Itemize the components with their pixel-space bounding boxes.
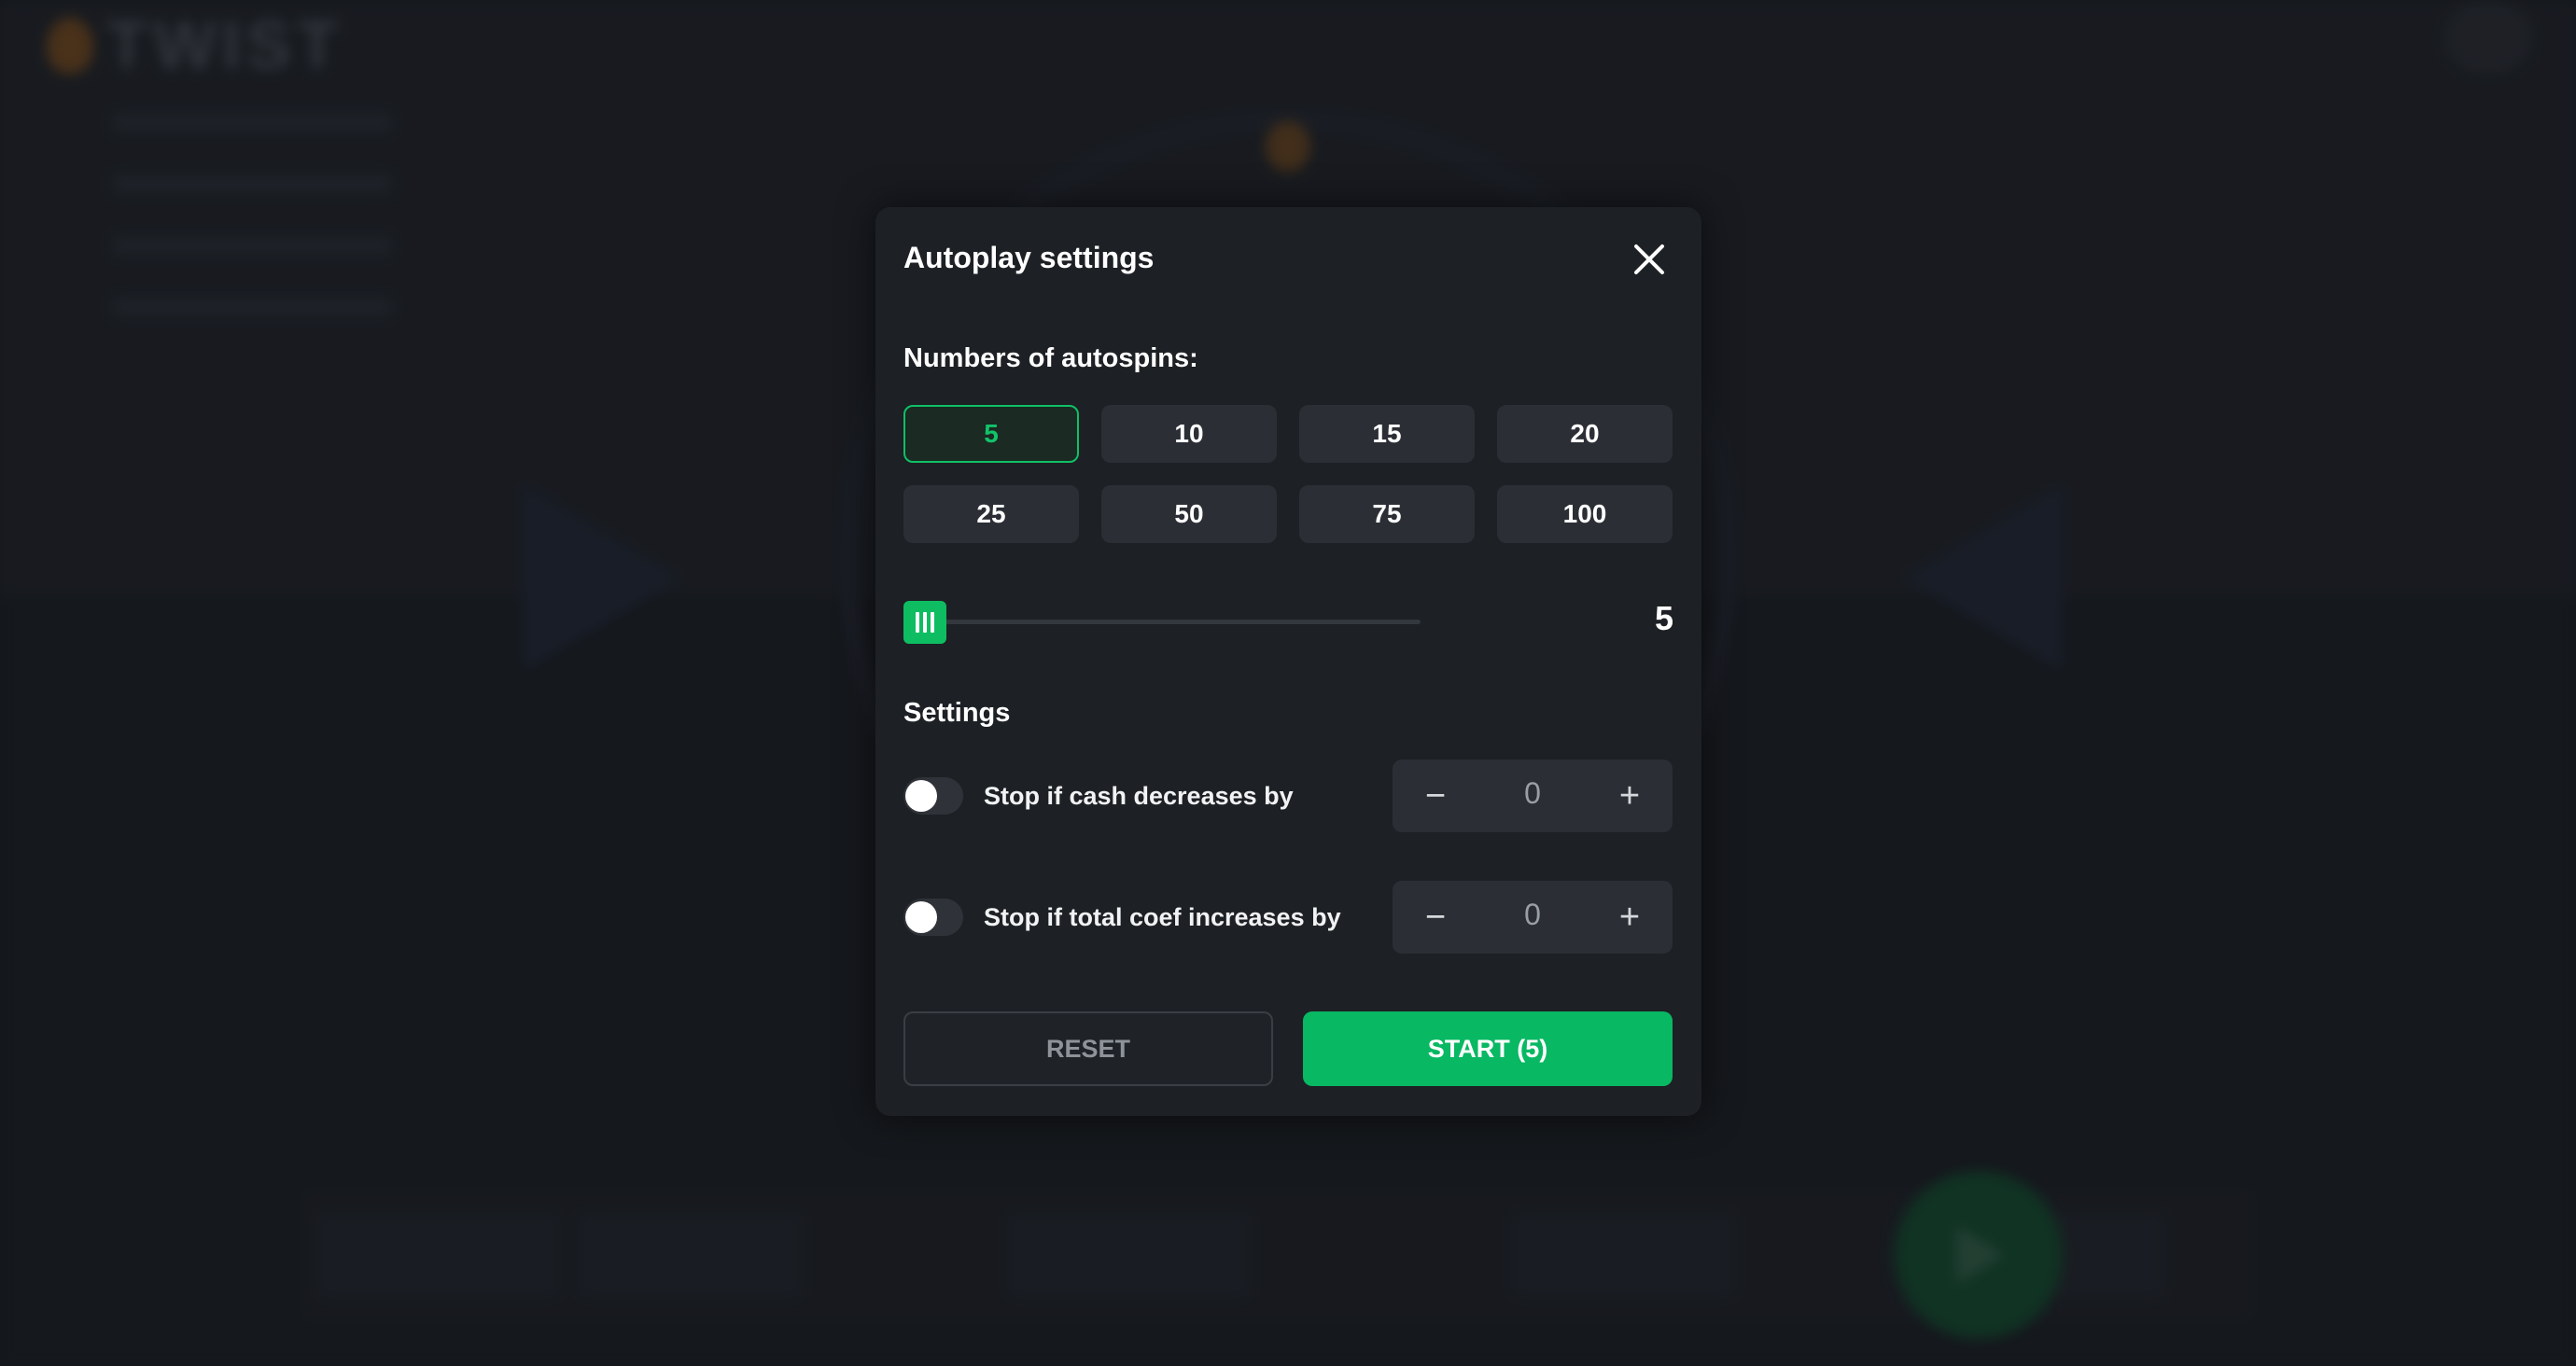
autospin-options: 5 10 15 20 25 50 75 100 bbox=[903, 405, 1673, 543]
autospin-option-5[interactable]: 5 bbox=[903, 405, 1079, 463]
autospin-option-50[interactable]: 50 bbox=[1101, 485, 1277, 543]
stop-cash-plus-button[interactable]: + bbox=[1592, 760, 1667, 832]
stop-cash-row: Stop if cash decreases by − 0 + bbox=[903, 760, 1673, 832]
close-icon bbox=[1634, 244, 1664, 274]
autospin-option-15[interactable]: 15 bbox=[1299, 405, 1475, 463]
slider-value: 5 bbox=[1654, 599, 1673, 637]
autospins-label: Numbers of autospins: bbox=[903, 343, 1198, 373]
autospin-option-75[interactable]: 75 bbox=[1299, 485, 1475, 543]
stop-coef-plus-button[interactable]: + bbox=[1592, 881, 1667, 954]
stop-coef-stepper: − 0 + bbox=[1393, 881, 1673, 954]
slider-handle[interactable] bbox=[903, 601, 946, 644]
settings-label: Settings bbox=[903, 698, 1011, 728]
slider-track[interactable] bbox=[941, 620, 1421, 624]
autoplay-settings-modal: Autoplay settings Numbers of autospins: … bbox=[875, 207, 1701, 1116]
stop-cash-toggle[interactable] bbox=[903, 777, 963, 815]
toggle-knob bbox=[905, 780, 937, 812]
stop-cash-label: Stop if cash decreases by bbox=[984, 782, 1294, 810]
autospin-option-100[interactable]: 100 bbox=[1497, 485, 1673, 543]
modal-title: Autoplay settings bbox=[903, 241, 1155, 274]
stop-cash-minus-button[interactable]: − bbox=[1398, 760, 1473, 832]
stop-coef-row: Stop if total coef increases by − 0 + bbox=[903, 881, 1673, 954]
autospin-option-20[interactable]: 20 bbox=[1497, 405, 1673, 463]
stop-coef-minus-button[interactable]: − bbox=[1398, 881, 1473, 954]
stop-coef-toggle[interactable] bbox=[903, 899, 963, 936]
stop-cash-stepper: − 0 + bbox=[1393, 760, 1673, 832]
start-button[interactable]: START (5) bbox=[1303, 1011, 1673, 1086]
close-button[interactable] bbox=[1629, 239, 1670, 280]
autospin-option-25[interactable]: 25 bbox=[903, 485, 1079, 543]
grip-icon bbox=[916, 612, 919, 633]
stop-coef-label: Stop if total coef increases by bbox=[984, 903, 1341, 931]
stop-cash-value[interactable]: 0 bbox=[1486, 776, 1579, 811]
autospins-slider[interactable] bbox=[903, 601, 1463, 644]
toggle-knob bbox=[905, 901, 937, 933]
reset-button[interactable]: RESET bbox=[903, 1011, 1273, 1086]
autospin-option-10[interactable]: 10 bbox=[1101, 405, 1277, 463]
stop-coef-value[interactable]: 0 bbox=[1486, 898, 1579, 932]
